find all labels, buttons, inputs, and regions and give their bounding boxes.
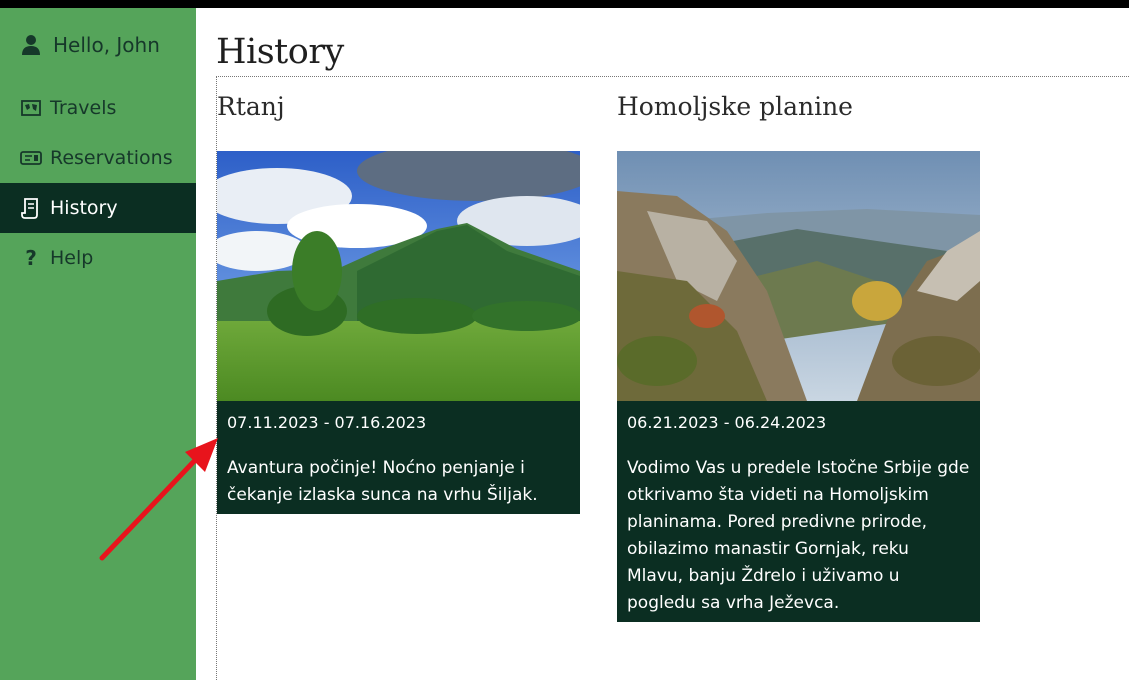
ticket-icon <box>20 147 42 169</box>
card-details: 06.21.2023 - 06.24.2023 Vodimo Vas u pre… <box>617 401 980 622</box>
sidebar-item-label: Reservations <box>50 147 173 169</box>
card-title: Homoljske planine <box>617 92 853 121</box>
scroll-icon <box>20 197 42 219</box>
card-details: 07.11.2023 - 07.16.2023 Avantura počinje… <box>217 401 580 514</box>
top-bar <box>0 0 1129 8</box>
sidebar-item-label: Travels <box>50 97 117 119</box>
sidebar-item-reservations[interactable]: Reservations <box>0 133 196 183</box>
sidebar-item-label: History <box>50 197 118 219</box>
trip-description: Avantura počinje! Noćno penjanje i čekan… <box>227 458 538 505</box>
user-greeting[interactable]: Hello, John <box>0 20 196 70</box>
trip-description: Vodimo Vas u predele Istočne Srbije gde … <box>627 458 970 613</box>
trip-dates: 06.21.2023 - 06.24.2023 <box>627 413 827 432</box>
sidebar-item-history[interactable]: History <box>0 183 196 233</box>
trip-photo <box>617 151 980 401</box>
sidebar-item-travels[interactable]: Travels <box>0 83 196 133</box>
map-icon <box>20 97 42 119</box>
trip-dates: 07.11.2023 - 07.16.2023 <box>227 413 427 432</box>
trip-photo <box>217 151 580 401</box>
sidebar: Hello, John Travels Reservations History… <box>0 8 196 680</box>
question-icon: ? <box>25 246 37 270</box>
card-title: Rtanj <box>217 92 285 121</box>
page-title: History <box>216 32 344 72</box>
greeting-label: Hello, John <box>53 33 160 57</box>
sidebar-item-label: Help <box>50 247 94 269</box>
main-content: History Rtanj 07.11.2023 - 07.16.2023 Av… <box>196 8 1129 680</box>
sidebar-item-help[interactable]: ? Help <box>0 233 196 283</box>
user-icon <box>20 34 42 56</box>
